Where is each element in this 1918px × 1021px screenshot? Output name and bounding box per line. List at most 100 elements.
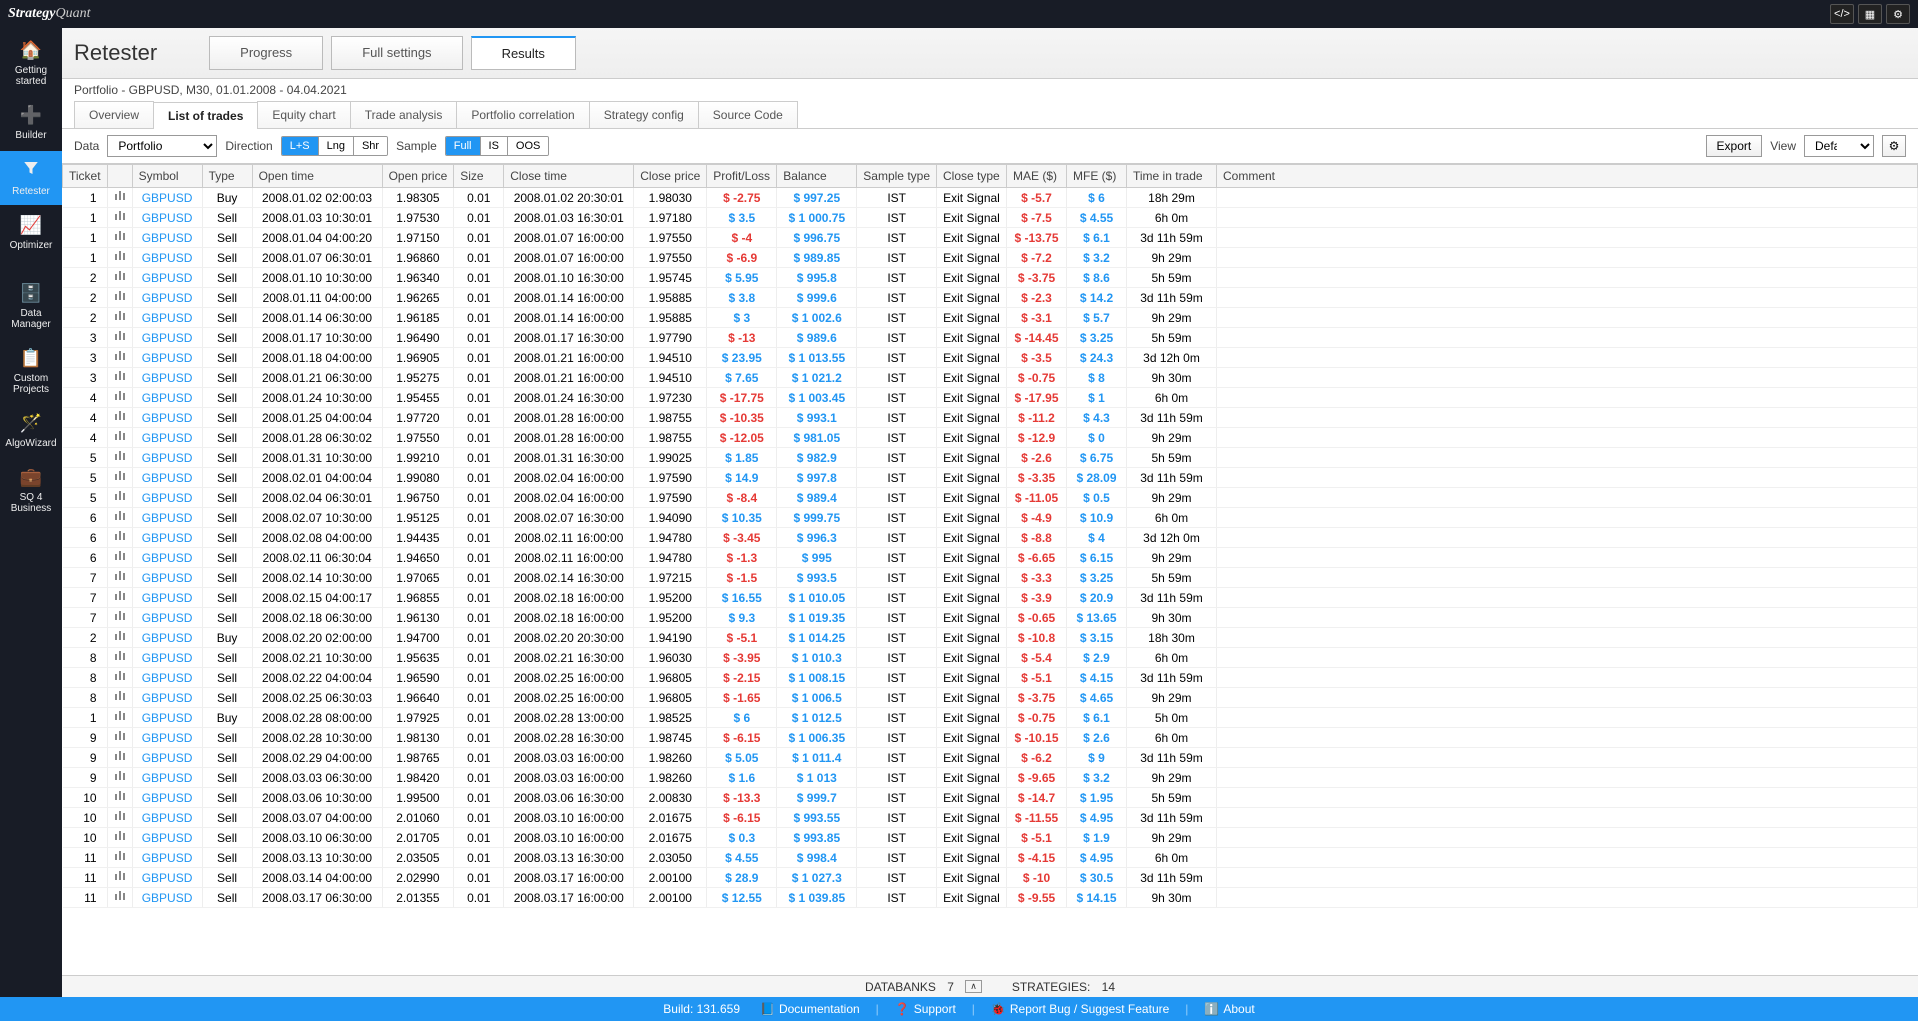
databanks-status[interactable]: DATABANKS 7 ∧ (865, 980, 982, 994)
column-header[interactable]: Close price (634, 165, 707, 188)
sidebar-item-data-manager[interactable]: 🗄️Data Manager (0, 275, 62, 338)
column-header[interactable]: Time in trade (1127, 165, 1217, 188)
subtab-source-code[interactable]: Source Code (698, 101, 798, 128)
candlestick-icon[interactable] (114, 790, 126, 802)
candlestick-icon[interactable] (114, 730, 126, 742)
candlestick-icon[interactable] (114, 350, 126, 362)
candlestick-icon[interactable] (114, 470, 126, 482)
candlestick-icon[interactable] (114, 230, 126, 242)
tab-progress[interactable]: Progress (209, 36, 323, 70)
table-row[interactable]: 6GBPUSDSell2008.02.07 10:30:001.951250.0… (63, 508, 1918, 528)
chart-cell[interactable] (107, 888, 132, 908)
direction-btn-shr[interactable]: Shr (354, 137, 387, 155)
chart-cell[interactable] (107, 748, 132, 768)
sidebar-item-getting-started[interactable]: 🏠Getting started (0, 32, 62, 95)
candlestick-icon[interactable] (114, 610, 126, 622)
table-row[interactable]: 8GBPUSDSell2008.02.25 06:30:031.966400.0… (63, 688, 1918, 708)
column-header[interactable]: Size (454, 165, 504, 188)
table-row[interactable]: 11GBPUSDSell2008.03.14 04:00:002.029900.… (63, 868, 1918, 888)
chart-cell[interactable] (107, 868, 132, 888)
candlestick-icon[interactable] (114, 810, 126, 822)
settings-gear-icon[interactable]: ⚙ (1882, 135, 1906, 157)
tab-full-settings[interactable]: Full settings (331, 36, 462, 70)
candlestick-icon[interactable] (114, 650, 126, 662)
chart-cell[interactable] (107, 828, 132, 848)
chart-cell[interactable] (107, 788, 132, 808)
subtab-portfolio-correlation[interactable]: Portfolio correlation (456, 101, 589, 128)
candlestick-icon[interactable] (114, 450, 126, 462)
column-header[interactable]: Open price (382, 165, 454, 188)
chart-cell[interactable] (107, 348, 132, 368)
subtab-equity-chart[interactable]: Equity chart (257, 101, 350, 128)
column-header[interactable]: Close type (937, 165, 1007, 188)
footer-link-report[interactable]: 🐞 Report Bug / Suggest Feature (991, 1002, 1169, 1016)
candlestick-icon[interactable] (114, 190, 126, 202)
chart-cell[interactable] (107, 588, 132, 608)
candlestick-icon[interactable] (114, 750, 126, 762)
candlestick-icon[interactable] (114, 330, 126, 342)
chart-cell[interactable] (107, 628, 132, 648)
table-row[interactable]: 2GBPUSDSell2008.01.14 06:30:001.961850.0… (63, 308, 1918, 328)
candlestick-icon[interactable] (114, 870, 126, 882)
subtab-overview[interactable]: Overview (74, 101, 154, 128)
subtab-trade-analysis[interactable]: Trade analysis (350, 101, 458, 128)
chart-cell[interactable] (107, 368, 132, 388)
table-row[interactable]: 2GBPUSDSell2008.01.11 04:00:001.962650.0… (63, 288, 1918, 308)
column-header[interactable]: MFE ($) (1067, 165, 1127, 188)
gear-icon[interactable]: ⚙ (1886, 4, 1910, 24)
table-row[interactable]: 11GBPUSDSell2008.03.17 06:30:002.013550.… (63, 888, 1918, 908)
column-header[interactable]: Close time (504, 165, 634, 188)
candlestick-icon[interactable] (114, 430, 126, 442)
sidebar-item-retester[interactable]: Retester (0, 151, 62, 205)
candlestick-icon[interactable] (114, 310, 126, 322)
chart-cell[interactable] (107, 308, 132, 328)
chart-cell[interactable] (107, 608, 132, 628)
candlestick-icon[interactable] (114, 690, 126, 702)
table-row[interactable]: 3GBPUSDSell2008.01.18 04:00:001.969050.0… (63, 348, 1918, 368)
candlestick-icon[interactable] (114, 710, 126, 722)
candlestick-icon[interactable] (114, 250, 126, 262)
column-header[interactable]: Type (202, 165, 252, 188)
table-row[interactable]: 9GBPUSDSell2008.02.29 04:00:001.987650.0… (63, 748, 1918, 768)
table-row[interactable]: 4GBPUSDSell2008.01.25 04:00:041.977200.0… (63, 408, 1918, 428)
table-row[interactable]: 4GBPUSDSell2008.01.24 10:30:001.954550.0… (63, 388, 1918, 408)
candlestick-icon[interactable] (114, 550, 126, 562)
view-select[interactable]: Default (1804, 135, 1874, 157)
candlestick-icon[interactable] (114, 850, 126, 862)
chart-cell[interactable] (107, 548, 132, 568)
chart-cell[interactable] (107, 228, 132, 248)
column-header[interactable]: Open time (252, 165, 382, 188)
chart-cell[interactable] (107, 248, 132, 268)
table-row[interactable]: 9GBPUSDSell2008.03.03 06:30:001.984200.0… (63, 768, 1918, 788)
table-row[interactable]: 6GBPUSDSell2008.02.11 06:30:041.946500.0… (63, 548, 1918, 568)
candlestick-icon[interactable] (114, 290, 126, 302)
grid-icon[interactable]: ▦ (1858, 4, 1882, 24)
strategies-status[interactable]: STRATEGIES: 14 (1012, 980, 1115, 994)
table-row[interactable]: 1GBPUSDSell2008.01.07 06:30:011.968600.0… (63, 248, 1918, 268)
table-row[interactable]: 6GBPUSDSell2008.02.08 04:00:001.944350.0… (63, 528, 1918, 548)
candlestick-icon[interactable] (114, 490, 126, 502)
candlestick-icon[interactable] (114, 590, 126, 602)
chart-cell[interactable] (107, 428, 132, 448)
chart-cell[interactable] (107, 488, 132, 508)
chart-cell[interactable] (107, 508, 132, 528)
candlestick-icon[interactable] (114, 670, 126, 682)
table-row[interactable]: 10GBPUSDSell2008.03.10 06:30:002.017050.… (63, 828, 1918, 848)
sidebar-item-builder[interactable]: ➕Builder (0, 97, 62, 149)
column-header[interactable]: Ticket (63, 165, 108, 188)
table-row[interactable]: 1GBPUSDSell2008.01.04 04:00:201.971500.0… (63, 228, 1918, 248)
table-row[interactable]: 2GBPUSDBuy2008.02.20 02:00:001.947000.01… (63, 628, 1918, 648)
candlestick-icon[interactable] (114, 530, 126, 542)
chart-cell[interactable] (107, 728, 132, 748)
table-row[interactable]: 4GBPUSDSell2008.01.28 06:30:021.975500.0… (63, 428, 1918, 448)
chart-cell[interactable] (107, 708, 132, 728)
table-row[interactable]: 8GBPUSDSell2008.02.21 10:30:001.956350.0… (63, 648, 1918, 668)
column-header[interactable] (107, 165, 132, 188)
candlestick-icon[interactable] (114, 830, 126, 842)
chart-cell[interactable] (107, 688, 132, 708)
chart-cell[interactable] (107, 208, 132, 228)
chart-cell[interactable] (107, 808, 132, 828)
table-row[interactable]: 8GBPUSDSell2008.02.22 04:00:041.965900.0… (63, 668, 1918, 688)
footer-link-documentation[interactable]: 📘 Documentation (760, 1002, 860, 1016)
table-row[interactable]: 5GBPUSDSell2008.01.31 10:30:001.992100.0… (63, 448, 1918, 468)
